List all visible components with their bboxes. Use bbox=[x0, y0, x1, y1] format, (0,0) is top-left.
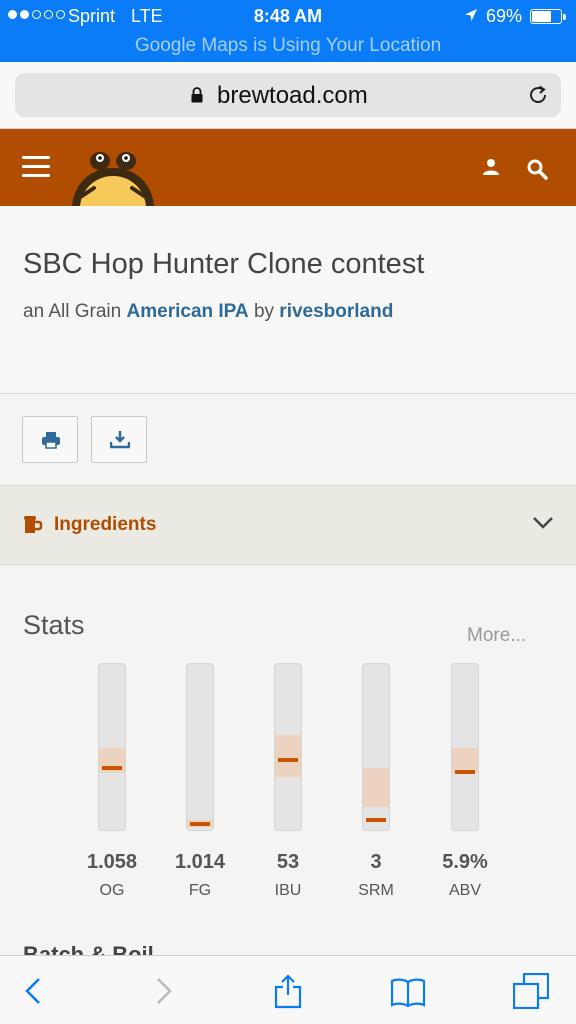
download-icon bbox=[110, 431, 130, 449]
location-arrow-icon bbox=[465, 9, 477, 21]
tabs-icon bbox=[512, 972, 550, 1010]
browser-toolbar bbox=[0, 955, 576, 1024]
brewtoad-logo[interactable] bbox=[68, 146, 158, 206]
stat-marker bbox=[455, 769, 475, 774]
stat-bar bbox=[274, 663, 302, 831]
stats-section: Stats More... 1.058 OG 1.014 FG 53 IBU 3 SRM 5.9… bbox=[0, 565, 576, 955]
ingredients-label: Ingredients bbox=[54, 514, 157, 535]
stats-heading: Stats bbox=[23, 610, 85, 640]
url-text: brewtoad.com bbox=[217, 82, 368, 109]
stat-bar bbox=[186, 663, 214, 831]
reload-icon[interactable] bbox=[527, 84, 549, 106]
stat-label: FG bbox=[188, 882, 212, 899]
print-button[interactable] bbox=[22, 416, 78, 463]
menu-icon[interactable] bbox=[22, 156, 50, 178]
stat-label: ABV bbox=[448, 882, 481, 899]
stat-marker bbox=[190, 821, 210, 826]
browser-address-bar: brewtoad.com bbox=[0, 62, 576, 129]
recipe-title: SBC Hop Hunter Clone contest bbox=[23, 248, 425, 280]
stat-bar bbox=[98, 663, 126, 831]
user-icon[interactable] bbox=[482, 158, 500, 176]
stat-label: OG bbox=[99, 882, 125, 899]
bookmarks-button[interactable] bbox=[390, 973, 426, 1009]
stat-marker bbox=[366, 818, 386, 823]
site-header bbox=[0, 129, 576, 206]
printer-icon bbox=[42, 432, 60, 449]
style-link[interactable]: American IPA bbox=[127, 301, 249, 322]
by-label: by bbox=[253, 301, 275, 322]
battery-percent: 69% bbox=[486, 6, 523, 26]
stat-label: IBU bbox=[274, 882, 302, 899]
stat-bar bbox=[451, 663, 479, 831]
stat-value: 3 bbox=[370, 851, 382, 873]
recipe-header: SBC Hop Hunter Clone contest an All Grai… bbox=[0, 206, 576, 394]
stat-label: SRM bbox=[358, 882, 394, 899]
recipe-actions bbox=[0, 394, 576, 486]
forward-icon bbox=[157, 978, 172, 1004]
stat-value: 1.014 bbox=[174, 851, 226, 873]
stat-bar bbox=[362, 663, 390, 831]
url-field[interactable]: brewtoad.com bbox=[15, 73, 561, 117]
lock-icon bbox=[191, 87, 203, 103]
more-link[interactable]: More... bbox=[467, 625, 526, 647]
stat-marker bbox=[102, 766, 122, 771]
location-banner[interactable]: Google Maps is Using Your Location bbox=[0, 35, 576, 57]
stat-value: 1.058 bbox=[86, 851, 138, 873]
ingredients-toggle[interactable]: Ingredients bbox=[0, 486, 576, 565]
status-bar: Sprint LTE 8:48 AM 69% Google Maps is Us… bbox=[0, 0, 576, 62]
beer-mug-icon bbox=[24, 516, 43, 533]
stat-value: 5.9% bbox=[442, 851, 488, 873]
stat-value: 53 bbox=[276, 851, 300, 873]
battery-icon bbox=[530, 9, 566, 24]
download-button[interactable] bbox=[91, 416, 147, 463]
chevron-down-icon bbox=[533, 517, 553, 529]
recipe-subtitle: an All Grain American IPA by rivesborlan… bbox=[23, 301, 393, 323]
share-icon bbox=[274, 974, 302, 1009]
back-button[interactable] bbox=[16, 973, 52, 1009]
stat-marker bbox=[278, 757, 298, 762]
search-icon[interactable] bbox=[526, 158, 548, 180]
bookmarks-icon bbox=[390, 978, 426, 1008]
back-icon bbox=[25, 978, 40, 1004]
tabs-button[interactable] bbox=[512, 972, 550, 1010]
stat-style-range bbox=[275, 734, 301, 777]
forward-button[interactable] bbox=[145, 973, 181, 1009]
author-link[interactable]: rivesborland bbox=[279, 301, 393, 322]
recipe-type: an All Grain bbox=[23, 301, 122, 322]
batch-boil-heading: Batch & Boil bbox=[23, 942, 154, 955]
share-button[interactable] bbox=[270, 973, 306, 1009]
stat-style-range bbox=[363, 768, 389, 807]
